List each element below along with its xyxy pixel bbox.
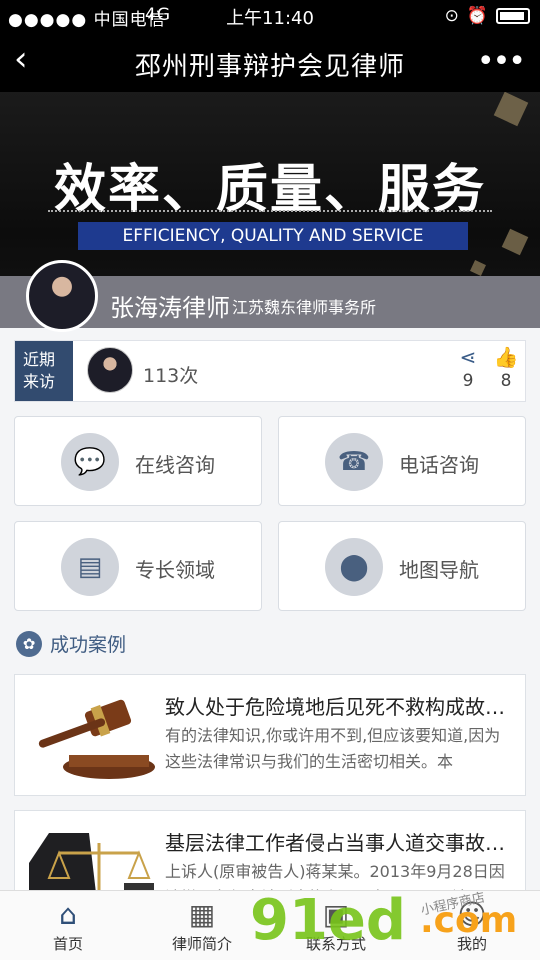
phone-consult-label: 电话咨询 bbox=[399, 453, 479, 477]
recent-visits-label-line1: 近期 bbox=[23, 350, 56, 369]
thumbs-up-icon: 👍 bbox=[493, 345, 519, 369]
like-button[interactable]: 👍 8 bbox=[491, 345, 521, 391]
expertise-label: 专长领域 bbox=[135, 558, 215, 582]
chat-icon: 💬 bbox=[61, 433, 119, 491]
case-item[interactable]: 致人处于危险境地后见死不救构成故… 有的法律知识,你或许用不到,但应该要知道,因… bbox=[14, 674, 526, 796]
online-consult-button[interactable]: 💬 在线咨询 bbox=[14, 416, 262, 506]
decor-cube bbox=[501, 228, 529, 256]
case-title: 致人处于危险境地后见死不救构成故… bbox=[165, 695, 505, 719]
case-title: 基层法律工作者侵占当事人道交事故… bbox=[165, 831, 505, 855]
recent-visits-label-line2: 来访 bbox=[23, 372, 56, 391]
expertise-button[interactable]: ▤ 专长领域 bbox=[14, 521, 262, 611]
nav-bar: ‹ 邳州刑事辩护会见律师 ••• bbox=[0, 32, 540, 92]
battery-icon bbox=[496, 8, 530, 24]
tab-home-label: 首页 bbox=[52, 935, 83, 953]
lock-rotation-icon: ⊙ bbox=[444, 6, 459, 26]
like-count: 8 bbox=[500, 371, 512, 391]
phone-consult-button[interactable]: ☎ 电话咨询 bbox=[278, 416, 526, 506]
section-header: ✿ 成功案例 bbox=[16, 630, 126, 657]
tab-intro-label: 律师简介 bbox=[171, 935, 232, 953]
decor-cube bbox=[493, 92, 529, 127]
tab-intro[interactable]: ▦ 律师简介 bbox=[152, 897, 252, 954]
profile-card-icon: ▦ bbox=[188, 898, 216, 931]
banner-divider bbox=[48, 210, 492, 212]
share-count: 9 bbox=[462, 371, 474, 391]
visitor-avatar[interactable] bbox=[87, 347, 133, 393]
lawyer-avatar[interactable] bbox=[26, 260, 98, 332]
tab-home[interactable]: ⌂ 首页 bbox=[18, 897, 118, 954]
lawyer-firm: 江苏魏东律师事务所 bbox=[232, 298, 377, 317]
decor-cube bbox=[470, 260, 486, 276]
more-icon[interactable]: ••• bbox=[477, 44, 526, 79]
case-desc: 有的法律知识,你或许用不到,但应该要知道,因为这些法律常识与我们的生活密切相关。… bbox=[165, 726, 501, 771]
gear-badge-icon: ✿ bbox=[16, 630, 42, 657]
watermark-text: 91ed bbox=[250, 888, 406, 953]
phone-icon: ☎ bbox=[325, 433, 383, 491]
share-icon: ⋖ bbox=[459, 345, 477, 369]
notebook-icon: ▤ bbox=[61, 538, 119, 596]
status-bar: ●●●●● 中国电信 4G 上午11:40 ⊙ ⏰ bbox=[0, 0, 540, 32]
map-pin-icon: ⬤ bbox=[325, 538, 383, 596]
map-nav-label: 地图导航 bbox=[399, 558, 479, 582]
alarm-icon: ⏰ bbox=[466, 6, 488, 26]
visit-count: 113次 bbox=[143, 365, 199, 387]
online-consult-label: 在线咨询 bbox=[135, 453, 215, 477]
banner-slogan-en: EFFICIENCY, QUALITY AND SERVICE bbox=[78, 222, 468, 250]
section-title: 成功案例 bbox=[50, 634, 127, 656]
map-nav-button[interactable]: ⬤ 地图导航 bbox=[278, 521, 526, 611]
recent-visits-tag: 近期 来访 bbox=[15, 341, 73, 401]
lawyer-name: 张海涛律师 bbox=[110, 294, 230, 322]
home-icon: ⌂ bbox=[59, 898, 77, 931]
share-button[interactable]: ⋖ 9 bbox=[453, 345, 483, 391]
gavel-image bbox=[29, 687, 161, 783]
page-title: 邳州刑事辩护会见律师 bbox=[134, 52, 405, 82]
recent-visits-panel: 近期 来访 113次 ⋖ 9 👍 8 bbox=[14, 340, 526, 402]
